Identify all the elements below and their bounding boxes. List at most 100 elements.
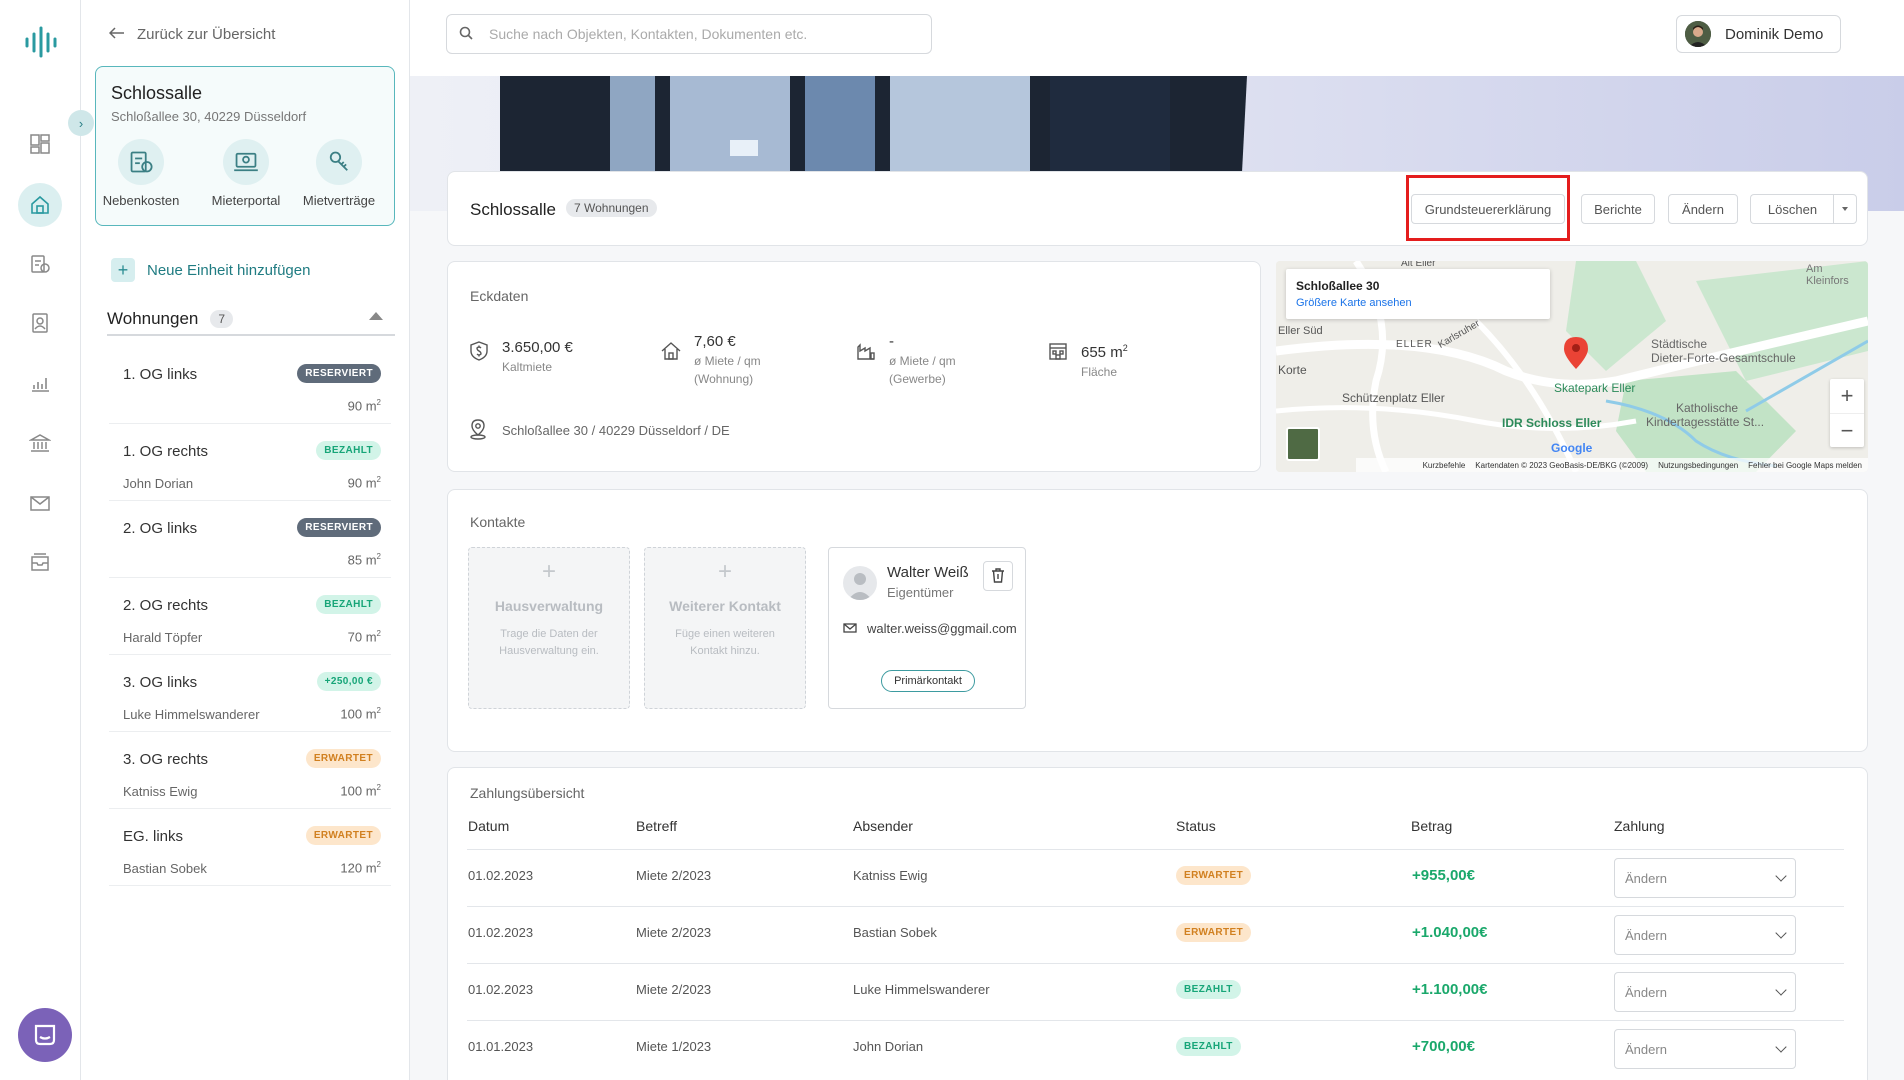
add-contact-card[interactable]: + Weiterer Kontakt Füge einen weiteren K… (644, 547, 806, 709)
reports-button[interactable]: Berichte (1581, 194, 1655, 224)
contact-email[interactable]: walter.weiss@ggmail.com (867, 621, 1017, 636)
delete-contact-button[interactable] (983, 561, 1013, 591)
unit-list-item[interactable]: 1. OG links RESERVIERT 90 m2 (109, 354, 391, 424)
map-footer-item[interactable]: Fehler bei Google Maps melden (1748, 461, 1862, 470)
mail-icon (843, 620, 857, 636)
nebenkosten-button[interactable]: Nebenkosten (96, 139, 186, 208)
contact-card[interactable]: Walter Weiß Eigentümer walter.weiss@ggma… (828, 547, 1026, 709)
chat-icon[interactable] (18, 1008, 72, 1062)
avatar (1685, 21, 1711, 47)
payment-date: 01.02.2023 (468, 868, 534, 883)
table-row: 01.02.2023 Miete 2/2023 Katniss Ewig ERWART… (467, 849, 1844, 906)
unit-name: 3. OG rechts (123, 751, 209, 768)
home-icon[interactable] (18, 183, 62, 227)
column-header: Status (1176, 818, 1216, 834)
zoom-in-icon[interactable]: + (1830, 379, 1864, 413)
search-box[interactable] (446, 14, 932, 54)
payment-date: 01.02.2023 (468, 982, 534, 997)
payment-action-label: Ändern (1625, 1041, 1667, 1057)
fact-miete-gewerbe: - ø Miete / qm (Gewerbe) (855, 332, 956, 388)
unit-name: 1. OG links (123, 366, 198, 383)
payment-subject: Miete 1/2023 (636, 1039, 712, 1054)
mail-icon[interactable] (22, 485, 58, 521)
unit-list-item[interactable]: 2. OG links RESERVIERT 85 m2 (109, 508, 391, 578)
user-menu[interactable]: Dominik Demo (1676, 15, 1841, 53)
unit-name: 2. OG links (123, 520, 198, 537)
column-header: Datum (468, 818, 510, 834)
map-label: Schützenplatz Eller (1342, 391, 1445, 405)
map-pin-icon[interactable] (1563, 336, 1589, 373)
dashboard-icon[interactable] (22, 126, 58, 162)
delete-button[interactable]: Löschen (1750, 194, 1834, 224)
unit-name: 1. OG rechts (123, 443, 209, 460)
collapse-icon[interactable] (369, 312, 383, 320)
expand-panel-button[interactable]: › (68, 110, 94, 136)
map-zoom-control[interactable]: + − (1830, 379, 1864, 447)
add-unit-button[interactable]: + Neue Einheit hinzufügen (111, 258, 310, 282)
contacts-icon[interactable] (22, 305, 58, 341)
edit-button[interactable]: Ändern (1668, 194, 1738, 224)
eckdaten-title: Eckdaten (470, 288, 529, 304)
unit-list-item[interactable]: EG. links Bastian Sobek ERWARTET 120 m2 (109, 816, 391, 886)
unit-size: 100 m2 (340, 706, 381, 722)
costs-icon[interactable] (22, 246, 58, 282)
unit-size: 120 m2 (340, 860, 381, 876)
chevron-down-icon (1775, 870, 1787, 882)
inbox-icon[interactable] (22, 544, 58, 580)
back-link[interactable]: Zurück zur Übersicht (108, 26, 275, 43)
chevron-down-icon (1775, 927, 1787, 939)
logo-icon[interactable] (24, 26, 58, 58)
payment-date: 01.01.2023 (468, 1039, 534, 1054)
unit-list-item[interactable]: 3. OG links Luke Himmelswanderer +250,00 €… (109, 662, 391, 732)
payment-action-select[interactable]: Ändern (1614, 972, 1796, 1012)
mietvertraege-button[interactable]: Mietverträge (294, 139, 384, 208)
money-icon (468, 332, 490, 376)
payment-action-select[interactable]: Ändern (1614, 1029, 1796, 1069)
mietvertraege-label: Mietverträge (302, 193, 376, 208)
map-label: Korte (1278, 363, 1307, 377)
units-header[interactable]: Wohnungen 7 (107, 304, 395, 336)
unit-name: EG. links (123, 828, 184, 845)
property-address: Schloßallee 30, 40229 Düsseldorf (111, 109, 307, 124)
property-name: Schlossalle (111, 83, 203, 103)
map-label: Kindertagesstätte St... (1646, 415, 1765, 429)
zoom-out-icon[interactable]: − (1830, 413, 1864, 447)
search-input[interactable] (489, 26, 909, 42)
eckdaten-card: Eckdaten 3.650,00 € Kaltmiete 7,60 € ø Mie… (447, 261, 1261, 472)
payment-status-badge: ERWARTET (1176, 923, 1252, 942)
unit-size: 90 m2 (347, 475, 381, 491)
primary-contact-badge: Primärkontakt (881, 670, 975, 692)
units-count-badge: 7 Wohnungen (566, 199, 657, 217)
mieterportal-button[interactable]: Mieterportal (201, 139, 291, 208)
unit-list-item[interactable]: 2. OG rechts Harald Töpfer BEZAHLT 70 m2 (109, 585, 391, 655)
map-footer-item[interactable]: Nutzungsbedingungen (1658, 461, 1738, 470)
map-larger-link[interactable]: Größere Karte ansehen (1296, 297, 1412, 309)
miete-gewerbe-sub: (Gewerbe) (889, 372, 946, 386)
kaltmiete-label: Kaltmiete (502, 360, 553, 374)
payment-amount: +1.040,00€ (1412, 924, 1488, 941)
factory-icon (855, 332, 877, 388)
add-card-desc: Füge einen weiteren Kontakt hinzu. (675, 628, 775, 657)
map-label: Dieter-Forte-Gesamtschule (1651, 351, 1796, 365)
property-panel: Zurück zur Übersicht Schlossalle Schloßa… (81, 0, 410, 1080)
arrow-left-icon (108, 26, 125, 43)
fact-miete-wohnung: 7,60 € ø Miete / qm (Wohnung) (660, 332, 761, 388)
map-satellite-toggle[interactable] (1286, 427, 1320, 461)
unit-status-badge: +250,00 € (316, 672, 381, 691)
payment-action-select[interactable]: Ändern (1614, 915, 1796, 955)
map-footer-item[interactable]: Kurzbefehle (1423, 461, 1466, 470)
grundsteuer-button[interactable]: Grundsteuererklärung (1411, 194, 1565, 224)
map-info-window: Schloßallee 30 Größere Karte ansehen (1286, 269, 1550, 319)
add-property-manager-card[interactable]: + Hausverwaltung Trage die Daten der Hau… (468, 547, 630, 709)
unit-list-item[interactable]: 3. OG rechts Katniss Ewig ERWARTET 100 m2 (109, 739, 391, 809)
nebenkosten-label: Nebenkosten (102, 193, 180, 208)
unit-list-item[interactable]: 1. OG rechts John Dorian BEZAHLT 90 m2 (109, 431, 391, 501)
reports-icon[interactable] (22, 365, 58, 401)
payment-action-select[interactable]: Ändern (1614, 858, 1796, 898)
map[interactable]: Schloßallee 30 Größere Karte ansehen Alt… (1276, 261, 1868, 472)
map-footer: Kurzbefehle Kartendaten © 2023 GeoBasis-… (1356, 458, 1868, 472)
unit-tenant: Harald Töpfer (123, 630, 203, 645)
miete-wohnung-value: 7,60 € (694, 333, 736, 350)
delete-dropdown-button[interactable] (1833, 194, 1857, 224)
bank-icon[interactable] (22, 425, 58, 461)
